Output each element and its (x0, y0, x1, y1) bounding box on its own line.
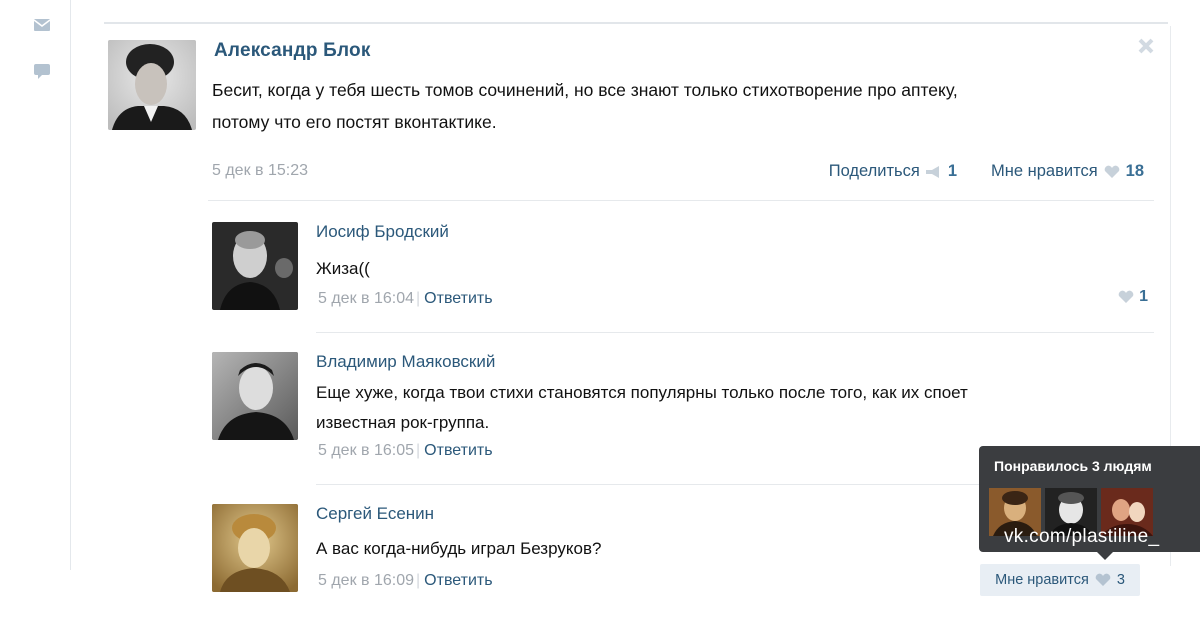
reply-button[interactable]: Ответить (424, 572, 492, 589)
post-text-line: потому что его постят вконтактике. (212, 112, 497, 132)
reply-button[interactable]: Ответить (424, 290, 492, 307)
avatar[interactable] (212, 352, 298, 440)
comment-author[interactable]: Сергей Есенин (316, 504, 434, 524)
comment-author[interactable]: Владимир Маяковский (316, 352, 495, 372)
post-text-line: Бесит, когда у тебя шесть томов сочинени… (212, 80, 958, 100)
avatar[interactable] (212, 504, 298, 592)
like-count: 18 (1125, 162, 1144, 180)
heart-icon (1117, 290, 1135, 304)
comment-like-count: 1 (1139, 288, 1148, 305)
post-author[interactable]: Александр Блок (214, 40, 371, 62)
comment: Иосиф Бродский Жиза(( 5 дек в 16:04 | Отве… (208, 222, 1154, 333)
comment-text: Жиза(( (316, 259, 370, 278)
megaphone-icon (924, 165, 944, 179)
comments-divider (208, 200, 1154, 201)
comment-meta: 5 дек в 16:09 | Ответить (318, 572, 493, 589)
heart-icon (1094, 573, 1112, 587)
watermark: vk.com/plastiline_ (1004, 526, 1160, 547)
comment-text-line: Еще хуже, когда твои стихи становятся по… (316, 383, 968, 402)
comment-date[interactable]: 5 дек в 16:05 (318, 442, 414, 459)
like-label: Мне нравится (995, 572, 1089, 588)
left-rail (0, 0, 71, 570)
comment-date[interactable]: 5 дек в 16:09 (318, 572, 414, 589)
share-count: 1 (947, 162, 958, 180)
comment-divider (316, 332, 1154, 333)
post-date[interactable]: 5 дек в 15:23 (212, 162, 308, 180)
comment-date[interactable]: 5 дек в 16:04 (318, 290, 414, 307)
speech-bubble-icon[interactable] (32, 62, 52, 80)
comment-text: Еще хуже, когда твои стихи становятся по… (316, 378, 1136, 438)
close-icon[interactable] (1136, 36, 1156, 56)
comment-text-line: известная рок-группа. (316, 413, 490, 432)
share-button[interactable]: Поделиться (829, 162, 920, 181)
heart-icon (1102, 165, 1122, 179)
comment-like[interactable]: 1 (1117, 288, 1148, 306)
post-text: Бесит, когда у тебя шесть томов сочинени… (212, 74, 1132, 138)
comment-author[interactable]: Иосиф Бродский (316, 222, 449, 242)
avatar[interactable] (108, 40, 196, 130)
comment-meta: 5 дек в 16:04 | Ответить (318, 290, 493, 307)
tooltip-title: Понравилось 3 людям (994, 458, 1152, 474)
wall-top-border (104, 22, 1168, 24)
reply-button[interactable]: Ответить (424, 442, 492, 459)
avatar[interactable] (212, 222, 298, 310)
comment-like-button[interactable]: Мне нравится 3 (980, 564, 1140, 596)
comment-meta: 5 дек в 16:05 | Ответить (318, 442, 493, 459)
post-actions: Поделиться 1 Мне нравится 18 (829, 162, 1144, 181)
tooltip-arrow (1097, 552, 1113, 560)
like-button[interactable]: Мне нравится (991, 162, 1098, 181)
like-count: 3 (1116, 572, 1125, 588)
envelope-icon[interactable] (32, 16, 52, 34)
